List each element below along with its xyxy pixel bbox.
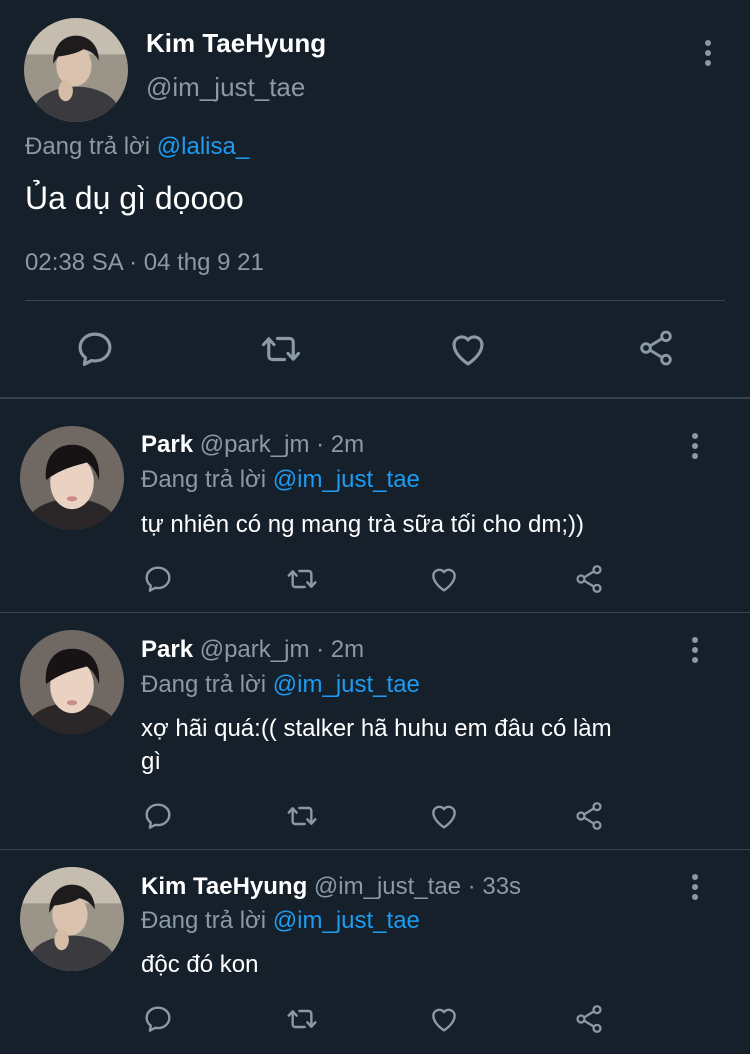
tweet-text-line: gì (141, 748, 162, 775)
reply-header: Park @park_jm · 2m (141, 431, 364, 459)
author-name[interactable]: Kim TaeHyung (141, 873, 307, 900)
share-icon[interactable] (573, 1003, 605, 1035)
share-icon[interactable] (573, 563, 605, 595)
retweet-icon[interactable] (285, 800, 319, 832)
tweet-timestamp: 02:38 SA · 04 thg 9 21 (25, 249, 264, 276)
replying-to-line: Đang trả lời @im_just_tae (141, 907, 420, 935)
more-icon[interactable] (705, 40, 713, 70)
replying-to-line: Đang trả lời @im_just_tae (141, 466, 420, 494)
replying-prefix: Đang trả lời (25, 133, 151, 160)
reply-tweet[interactable]: Park @park_jm · 2m Đang trả lời @im_just… (0, 399, 750, 611)
replying-prefix: Đang trả lời (141, 671, 267, 698)
avatar[interactable] (20, 630, 124, 734)
retweet-icon[interactable] (285, 1003, 319, 1035)
like-icon[interactable] (428, 563, 460, 595)
author-handle[interactable]: @im_just_tae (146, 72, 305, 103)
share-icon[interactable] (573, 800, 605, 832)
reply-meta: @park_jm · 2m (199, 431, 365, 458)
avatar[interactable] (20, 867, 124, 971)
author-name[interactable]: Park (141, 636, 193, 663)
like-icon[interactable] (428, 800, 460, 832)
like-icon[interactable] (447, 328, 489, 370)
retweet-icon[interactable] (259, 328, 303, 370)
replying-to-line: Đang trả lời @lalisa_ (25, 133, 249, 161)
reply-header: Kim TaeHyung @im_just_tae · 33s (141, 873, 521, 901)
retweet-icon[interactable] (285, 563, 319, 595)
reply-icon[interactable] (74, 328, 116, 370)
replying-to-link[interactable]: @im_just_tae (273, 907, 420, 934)
avatar[interactable] (20, 426, 124, 530)
reply-meta: @park_jm · 2m (199, 636, 365, 663)
replying-to-link[interactable]: @im_just_tae (273, 466, 420, 493)
main-tweet: Kim TaeHyung @im_just_tae Đang trả lời @… (0, 0, 750, 396)
reply-icon[interactable] (142, 563, 174, 595)
reply-icon[interactable] (142, 1003, 174, 1035)
reply-header: Park @park_jm · 2m (141, 636, 364, 664)
tweet-text: Ủa dụ gì dọooo (25, 180, 244, 216)
tweet-text-line: xợ hãi quá:(( stalker hã huhu em đâu có … (141, 715, 612, 742)
avatar[interactable] (24, 18, 128, 122)
replying-to-link[interactable]: @im_just_tae (273, 671, 420, 698)
tweet-text: độc đó kon (141, 951, 259, 978)
tweet-text: tự nhiên có ng mang trà sữa tối cho dm;)… (141, 511, 585, 538)
reply-meta: @im_just_tae · 33s (313, 873, 522, 900)
more-icon[interactable] (692, 874, 700, 904)
replying-prefix: Đang trả lời (141, 907, 267, 934)
like-icon[interactable] (428, 1003, 460, 1035)
reply-tweet[interactable]: Park @park_jm · 2m Đang trả lời @im_just… (0, 613, 750, 848)
replying-to-link[interactable]: @lalisa_ (157, 133, 249, 160)
reply-tweet[interactable]: Kim TaeHyung @im_just_tae · 33s Đang trả… (0, 850, 750, 1054)
author-name[interactable]: Kim TaeHyung (146, 28, 326, 59)
more-icon[interactable] (692, 637, 700, 667)
reply-icon[interactable] (142, 800, 174, 832)
author-name[interactable]: Park (141, 431, 193, 458)
more-icon[interactable] (692, 433, 700, 463)
replying-prefix: Đang trả lời (141, 466, 267, 493)
share-icon[interactable] (636, 328, 676, 368)
replying-to-line: Đang trả lời @im_just_tae (141, 671, 420, 699)
divider (25, 300, 725, 301)
